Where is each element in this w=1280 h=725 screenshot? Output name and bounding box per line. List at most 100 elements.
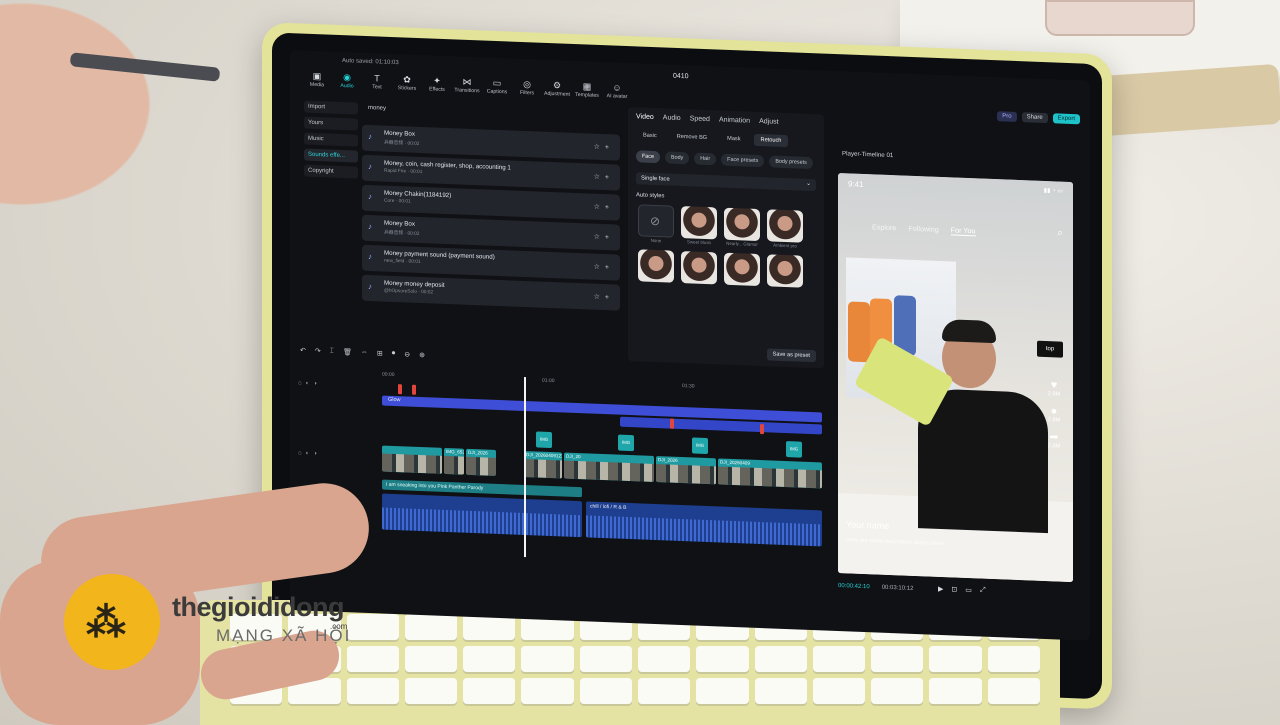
chip-body-presets[interactable]: Body presets (769, 155, 813, 170)
toolbar-adjustment[interactable]: ⚙ Adjustment (544, 80, 570, 98)
toolbar-label: Text (372, 84, 382, 91)
style-tile[interactable]: Ambient pro (767, 209, 803, 248)
audio-clip[interactable] (382, 493, 582, 538)
subtab-basic[interactable]: Basic (636, 129, 664, 142)
video-preview[interactable]: 9:41 ▮▮ ◔ ▭ Explore Following For You ⌕ … (838, 173, 1073, 583)
category-item[interactable]: Import (304, 100, 358, 115)
keyboard-key (812, 646, 866, 672)
favorite-add-icons[interactable]: ☆+ (594, 173, 614, 182)
category-item[interactable]: Copyright (304, 164, 358, 179)
favorite-add-icons[interactable]: ☆+ (594, 293, 614, 302)
tab-adjust[interactable]: Adjust (759, 118, 778, 126)
none-style-icon (638, 204, 674, 238)
video-clip[interactable]: DJI_2026 (466, 448, 496, 476)
style-tile[interactable] (638, 249, 674, 283)
chevron-down-icon: ⌄ (806, 180, 811, 188)
timeline-marker (398, 384, 402, 395)
mic-icon[interactable]: ⏺ (392, 350, 396, 364)
overlay-clock: 9:41 (848, 179, 864, 190)
keyboard-key (346, 614, 399, 640)
toolbar-icon: ◎ (523, 78, 531, 90)
mirror-icon[interactable]: ⇔ (361, 349, 368, 363)
keyboard-key (754, 678, 807, 704)
clip-thumbnails (656, 464, 716, 485)
overlay-clip[interactable]: IMG (618, 434, 634, 452)
toolbar-media[interactable]: ▣ Media (304, 71, 330, 89)
sound-result-item[interactable]: ♪ Money money deposit @hOpsoreSolo · 00:02… (362, 274, 620, 311)
video-clip[interactable]: IMG_6530 (444, 447, 464, 475)
overlay-clip[interactable]: IMG (536, 431, 552, 449)
video-clip[interactable]: DJI_2026 (656, 456, 716, 485)
video-clip[interactable]: DJI_20260409121219_0 (524, 450, 562, 479)
toolbar-templates[interactable]: ▦ Templates (574, 81, 600, 99)
video-clip[interactable] (382, 445, 442, 474)
split-icon[interactable]: ⌶ (330, 348, 334, 362)
toolbar-ai-avatar[interactable]: ☺ AI avatar (604, 82, 630, 100)
share-button[interactable]: Share (1021, 112, 1048, 124)
ratio-icon[interactable]: ▭ (965, 586, 972, 594)
search-input[interactable]: money (368, 105, 618, 127)
autosave-status: Auto saved: 01:10:03 (342, 57, 399, 67)
playhead[interactable] (524, 376, 526, 558)
style-tile[interactable]: Nearly... Glamor (724, 207, 760, 247)
subtab-retouch[interactable]: Retouch (753, 133, 789, 148)
redo-icon[interactable]: ↷ (315, 347, 321, 361)
toolbar-stickers[interactable]: ✿ Stickers (394, 74, 420, 92)
style-caption: Nearly... Glamor (726, 240, 758, 247)
keyboard-key (463, 646, 516, 672)
category-item[interactable]: Sounds effe... (304, 148, 358, 163)
style-tile[interactable] (767, 254, 803, 288)
toolbar-audio[interactable]: ◉ Audio (334, 72, 360, 90)
effect-clip[interactable]: Glow (382, 395, 822, 423)
save-preset-button[interactable]: Save as preset (766, 348, 816, 363)
toolbar-filters[interactable]: ◎ Filters (514, 79, 540, 97)
tab-speed[interactable]: Speed (690, 115, 710, 123)
timeline-marker (670, 418, 674, 429)
style-tile[interactable] (681, 251, 717, 285)
delete-icon[interactable]: 🗑 (343, 348, 352, 362)
audio-clip-2[interactable]: chill / lofi / R & B (586, 501, 822, 547)
subtab-remove-bg[interactable]: Remove BG (670, 131, 714, 145)
nav-following: Following (908, 223, 939, 234)
keyboard-key (987, 678, 1040, 704)
tab-audio[interactable]: Audio (663, 114, 681, 122)
video-clip[interactable]: DJI_20 (564, 452, 654, 482)
overlay-clip[interactable]: IMG (786, 441, 802, 458)
undo-icon[interactable]: ↶ (300, 346, 306, 360)
crop-tool-icon[interactable]: ⊞ (377, 349, 383, 363)
overlay-clip[interactable]: IMG (692, 437, 708, 455)
toolbar-effects[interactable]: ✦ Effects (424, 75, 450, 93)
category-item[interactable]: Yours (304, 116, 358, 131)
favorite-add-icons[interactable]: ☆+ (594, 143, 614, 152)
style-tile[interactable] (724, 252, 760, 287)
chip-body[interactable]: Body (664, 151, 690, 165)
toolbar-text[interactable]: T Text (364, 73, 390, 91)
style-tile[interactable]: Sweet blush (681, 206, 717, 245)
export-button[interactable]: Export (1052, 113, 1080, 125)
favorite-add-icons[interactable]: ☆+ (594, 233, 614, 242)
chip-hair[interactable]: Hair (694, 152, 717, 166)
pro-button[interactable]: Pro (997, 111, 1017, 122)
video-clip[interactable]: DJI_20260409 (718, 458, 822, 489)
zoom-out-icon[interactable]: ⊖ (404, 350, 410, 364)
face-thumbnail (767, 209, 803, 243)
category-item[interactable]: Music (304, 132, 358, 147)
chip-face[interactable]: Face (636, 150, 660, 164)
toolbar-captions[interactable]: ▭ Captions (484, 77, 510, 96)
favorite-add-icons[interactable]: ☆+ (594, 263, 614, 272)
tab-animation[interactable]: Animation (719, 116, 750, 124)
subtab-mask[interactable]: Mask (720, 133, 747, 146)
fullscreen-icon[interactable]: ⤢ (980, 587, 986, 595)
chip-face-presets[interactable]: Face presets (721, 153, 765, 168)
music-note-icon: ♪ (368, 161, 372, 172)
presenter-body (918, 388, 1048, 534)
zoom-in-icon[interactable]: ⊕ (419, 351, 425, 365)
play-icon[interactable]: ▶ (938, 585, 943, 593)
style-tile[interactable]: None (638, 204, 674, 243)
track-controls: ⌂◐◑ (298, 380, 321, 388)
toolbar-transitions[interactable]: ⋈ Transitions (454, 76, 480, 95)
favorite-add-icons[interactable]: ☆+ (594, 203, 614, 212)
tab-video[interactable]: Video (636, 113, 654, 121)
crop-icon[interactable]: ⊡ (951, 585, 957, 593)
background-tray (1098, 63, 1280, 137)
